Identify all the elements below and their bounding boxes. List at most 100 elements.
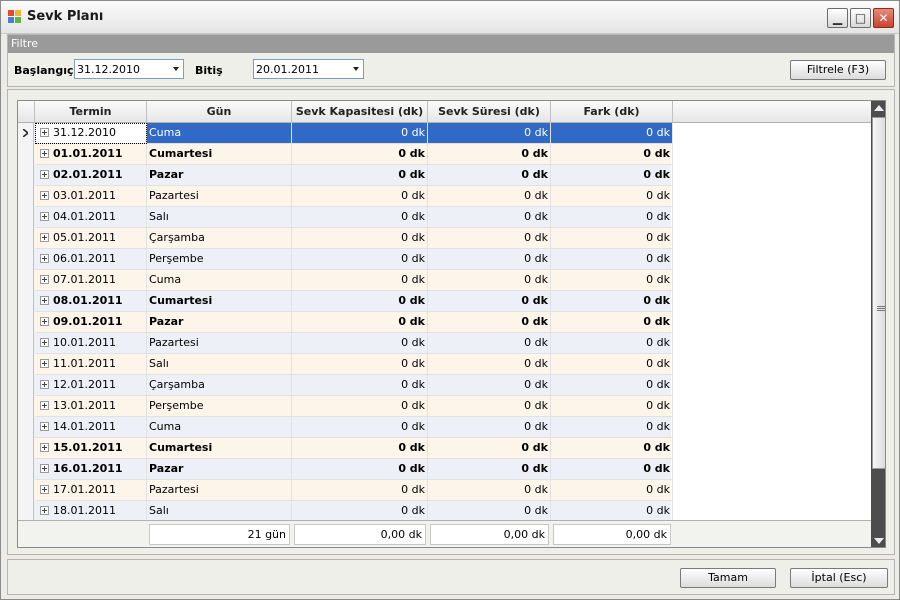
cell-gun[interactable]: Pazartesi [147, 186, 292, 207]
cell-termin[interactable]: 04.01.2011 [35, 207, 147, 228]
cell-sevk-kapasitesi[interactable]: 0 dk [292, 165, 428, 186]
cell-gun[interactable]: Pazar [147, 459, 292, 480]
cell-fark[interactable]: 0 dk [551, 438, 673, 459]
expand-icon[interactable] [40, 211, 49, 221]
row-indicator[interactable] [18, 375, 34, 396]
cell-gun[interactable]: Pazartesi [147, 333, 292, 354]
row-indicator[interactable] [18, 228, 34, 249]
table-row[interactable]: 07.01.2011 Cuma 0 dk 0 dk 0 dk [18, 270, 673, 291]
cell-sevk-kapasitesi[interactable]: 0 dk [292, 123, 428, 144]
table-row[interactable]: 31.12.2010 Cuma 0 dk 0 dk 0 dk [18, 123, 673, 144]
cell-sevk-kapasitesi[interactable]: 0 dk [292, 270, 428, 291]
table-row[interactable]: 13.01.2011 Perşembe 0 dk 0 dk 0 dk [18, 396, 673, 417]
table-row[interactable]: 01.01.2011 Cumartesi 0 dk 0 dk 0 dk [18, 144, 673, 165]
cell-fark[interactable]: 0 dk [551, 123, 673, 144]
row-indicator[interactable] [18, 501, 34, 522]
table-row[interactable]: 03.01.2011 Pazartesi 0 dk 0 dk 0 dk [18, 186, 673, 207]
row-indicator[interactable] [18, 144, 34, 165]
cell-sevk-suresi[interactable]: 0 dk [428, 186, 551, 207]
sevk-grid[interactable]: Termin Gün Sevk Kapasitesi (dk) Sevk Sür… [17, 100, 886, 548]
scrollbar-thumb[interactable] [872, 117, 885, 469]
cell-gun[interactable]: Cumartesi [147, 438, 292, 459]
cancel-button[interactable]: İptal (Esc) [790, 568, 888, 588]
cell-sevk-kapasitesi[interactable]: 0 dk [292, 501, 428, 522]
table-row[interactable]: 11.01.2011 Salı 0 dk 0 dk 0 dk [18, 354, 673, 375]
cell-sevk-kapasitesi[interactable]: 0 dk [292, 375, 428, 396]
cell-sevk-suresi[interactable]: 0 dk [428, 312, 551, 333]
cell-sevk-suresi[interactable]: 0 dk [428, 144, 551, 165]
cell-gun[interactable]: Salı [147, 207, 292, 228]
expand-icon[interactable] [40, 358, 49, 368]
cell-sevk-kapasitesi[interactable]: 0 dk [292, 207, 428, 228]
cell-gun[interactable]: Cumartesi [147, 144, 292, 165]
cell-sevk-kapasitesi[interactable]: 0 dk [292, 312, 428, 333]
cell-sevk-kapasitesi[interactable]: 0 dk [292, 396, 428, 417]
cell-sevk-suresi[interactable]: 0 dk [428, 123, 551, 144]
cell-termin[interactable]: 12.01.2011 [35, 375, 147, 396]
cell-gun[interactable]: Çarşamba [147, 375, 292, 396]
end-date-combo[interactable]: 20.01.2011 [253, 59, 364, 79]
expand-icon[interactable] [40, 169, 49, 179]
table-row[interactable]: 04.01.2011 Salı 0 dk 0 dk 0 dk [18, 207, 673, 228]
cell-sevk-kapasitesi[interactable]: 0 dk [292, 333, 428, 354]
table-row[interactable]: 18.01.2011 Salı 0 dk 0 dk 0 dk [18, 501, 673, 522]
cell-gun[interactable]: Perşembe [147, 396, 292, 417]
cell-gun[interactable]: Perşembe [147, 249, 292, 270]
expand-icon[interactable] [40, 253, 49, 263]
cell-fark[interactable]: 0 dk [551, 375, 673, 396]
minimize-button[interactable]: ▁ [827, 8, 848, 28]
row-indicator[interactable] [18, 207, 34, 228]
row-indicator[interactable] [18, 123, 34, 144]
table-row[interactable]: 12.01.2011 Çarşamba 0 dk 0 dk 0 dk [18, 375, 673, 396]
column-header-gun[interactable]: Gün [147, 101, 292, 123]
cell-gun[interactable]: Cuma [147, 417, 292, 438]
cell-sevk-kapasitesi[interactable]: 0 dk [292, 291, 428, 312]
row-indicator[interactable] [18, 312, 34, 333]
table-row[interactable]: 06.01.2011 Perşembe 0 dk 0 dk 0 dk [18, 249, 673, 270]
cell-sevk-suresi[interactable]: 0 dk [428, 417, 551, 438]
cell-fark[interactable]: 0 dk [551, 480, 673, 501]
row-indicator[interactable] [18, 291, 34, 312]
cell-sevk-suresi[interactable]: 0 dk [428, 396, 551, 417]
expand-icon[interactable] [40, 505, 49, 515]
cell-termin[interactable]: 31.12.2010 [35, 123, 147, 144]
cell-gun[interactable]: Cuma [147, 270, 292, 291]
cell-sevk-suresi[interactable]: 0 dk [428, 207, 551, 228]
cell-termin[interactable]: 05.01.2011 [35, 228, 147, 249]
cell-gun[interactable]: Pazar [147, 165, 292, 186]
cell-fark[interactable]: 0 dk [551, 459, 673, 480]
cell-termin[interactable]: 03.01.2011 [35, 186, 147, 207]
column-header-fark[interactable]: Fark (dk) [551, 101, 673, 123]
cell-sevk-suresi[interactable]: 0 dk [428, 480, 551, 501]
cell-fark[interactable]: 0 dk [551, 186, 673, 207]
expand-icon[interactable] [40, 316, 49, 326]
row-indicator[interactable] [18, 396, 34, 417]
cell-gun[interactable]: Cuma [147, 123, 292, 144]
expand-icon[interactable] [40, 463, 49, 473]
cell-sevk-suresi[interactable]: 0 dk [428, 354, 551, 375]
cell-sevk-kapasitesi[interactable]: 0 dk [292, 438, 428, 459]
cell-fark[interactable]: 0 dk [551, 165, 673, 186]
expand-icon[interactable] [40, 379, 49, 389]
row-indicator[interactable] [18, 354, 34, 375]
cell-sevk-kapasitesi[interactable]: 0 dk [292, 186, 428, 207]
column-header-sevk-kapasitesi[interactable]: Sevk Kapasitesi (dk) [292, 101, 428, 123]
cell-sevk-suresi[interactable]: 0 dk [428, 291, 551, 312]
scroll-up-icon[interactable] [874, 105, 884, 111]
cell-sevk-kapasitesi[interactable]: 0 dk [292, 417, 428, 438]
row-indicator[interactable] [18, 438, 34, 459]
cell-sevk-suresi[interactable]: 0 dk [428, 165, 551, 186]
close-button[interactable]: ✕ [873, 8, 894, 28]
table-row[interactable]: 05.01.2011 Çarşamba 0 dk 0 dk 0 dk [18, 228, 673, 249]
cell-fark[interactable]: 0 dk [551, 270, 673, 291]
table-row[interactable]: 17.01.2011 Pazartesi 0 dk 0 dk 0 dk [18, 480, 673, 501]
maximize-button[interactable]: □ [850, 8, 871, 28]
cell-fark[interactable]: 0 dk [551, 501, 673, 522]
cell-termin[interactable]: 08.01.2011 [35, 291, 147, 312]
cell-fark[interactable]: 0 dk [551, 207, 673, 228]
row-indicator[interactable] [18, 249, 34, 270]
table-row[interactable]: 15.01.2011 Cumartesi 0 dk 0 dk 0 dk [18, 438, 673, 459]
cell-gun[interactable]: Çarşamba [147, 228, 292, 249]
row-indicator[interactable] [18, 165, 34, 186]
cell-termin[interactable]: 13.01.2011 [35, 396, 147, 417]
